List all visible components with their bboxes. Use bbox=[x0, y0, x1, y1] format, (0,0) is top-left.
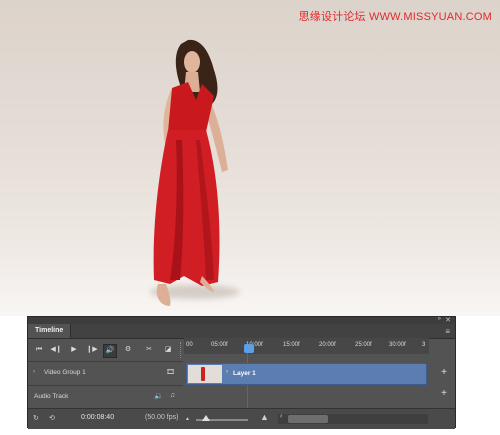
photo-canvas bbox=[0, 0, 500, 316]
film-strip-icon[interactable]: 🎞 bbox=[166, 368, 175, 376]
audio-track-row[interactable]: Audio Track 🔉 ♫ bbox=[28, 385, 183, 408]
ruler-tick: 15:00f bbox=[283, 342, 300, 348]
panel-menu-icon[interactable]: ≡ bbox=[445, 327, 450, 336]
play-icon[interactable]: ▶ bbox=[68, 344, 80, 356]
ruler-tick: 20:00f bbox=[319, 342, 336, 348]
watermark-text: 思缘设计论坛 WWW.MISSYUAN.COM bbox=[298, 11, 492, 23]
current-timecode: 0:00:08:40 bbox=[81, 414, 115, 421]
time-ruler[interactable]: 00 05:00f 10:00f 15:00f 20:00f 25:00f 30… bbox=[184, 338, 429, 354]
zoom-slider-knob[interactable] bbox=[202, 415, 210, 421]
music-note-icon[interactable]: ♫ bbox=[170, 392, 175, 399]
convert-frames-icon[interactable]: ↻ bbox=[33, 414, 39, 422]
timeline-status-bar: ↻ ⟲ 0:00:08:40 (50.00 fps) ▲ ▲ ‹ bbox=[28, 408, 455, 429]
scrollbar-thumb[interactable] bbox=[288, 415, 328, 423]
scroll-left-icon[interactable]: ‹ bbox=[280, 413, 282, 420]
panel-tabbar: Timeline ≡ bbox=[28, 324, 455, 339]
next-frame-icon[interactable]: ❙▶ bbox=[86, 344, 98, 356]
ruler-tick: 3 bbox=[422, 342, 426, 348]
video-track-area: › Layer 1 bbox=[184, 361, 429, 385]
transition-icon[interactable]: ◪ bbox=[162, 344, 174, 356]
transport-controls: ⏮ ◀❙ ▶ ❙▶ 🔊 ⚙ ✂ ◪ bbox=[28, 339, 183, 361]
layer-clip[interactable]: › Layer 1 bbox=[186, 363, 427, 385]
settings-gear-icon[interactable]: ⚙ bbox=[122, 344, 134, 356]
clip-label: Layer 1 bbox=[233, 370, 256, 377]
add-media-plus-icon[interactable]: + bbox=[441, 367, 447, 378]
add-audio-plus-icon[interactable]: + bbox=[441, 388, 447, 399]
clip-caret-icon[interactable]: › bbox=[226, 369, 228, 375]
playhead-handle[interactable] bbox=[244, 344, 254, 353]
ruler-tick: 05:00f bbox=[211, 342, 228, 348]
woman-in-red-dress-figure bbox=[153, 39, 228, 306]
clip-thumbnail bbox=[188, 365, 222, 383]
horizontal-scrollbar[interactable]: ‹ bbox=[278, 413, 428, 424]
close-panel-icon[interactable]: ✕ bbox=[445, 316, 451, 324]
video-group-label: Video Group 1 bbox=[44, 369, 86, 376]
timeline-panel: » ✕ Timeline ≡ ⏮ ◀❙ ▶ ❙▶ 🔊 ⚙ ✂ ◪ 00 05:0… bbox=[27, 316, 456, 429]
collapse-panel-icon[interactable]: » bbox=[438, 316, 441, 322]
panel-header-strip: » ✕ bbox=[28, 316, 455, 324]
render-video-icon[interactable]: ⟲ bbox=[49, 414, 55, 422]
split-scissors-icon[interactable]: ✂ bbox=[143, 344, 155, 356]
zoom-in-mountain-icon[interactable]: ▲ bbox=[260, 412, 269, 422]
zoom-out-mountain-icon[interactable]: ▲ bbox=[185, 416, 190, 422]
first-frame-icon[interactable]: ⏮ bbox=[33, 344, 45, 356]
video-group-row[interactable]: › Video Group 1 🎞 bbox=[28, 361, 183, 384]
frame-rate: (50.00 fps) bbox=[145, 414, 179, 421]
ruler-tick: 00 bbox=[186, 342, 193, 348]
thumbnail-figure bbox=[201, 367, 205, 381]
previous-frame-icon[interactable]: ◀❙ bbox=[50, 344, 62, 356]
ruler-tick: 30:00f bbox=[389, 342, 406, 348]
expand-caret-icon[interactable]: › bbox=[33, 368, 35, 375]
audio-toggle-icon[interactable]: 🔊 bbox=[103, 344, 117, 358]
speaker-icon[interactable]: 🔉 bbox=[154, 392, 163, 400]
tab-timeline[interactable]: Timeline bbox=[28, 324, 72, 338]
audio-track-label: Audio Track bbox=[34, 393, 69, 400]
ruler-tick: 25:00f bbox=[355, 342, 372, 348]
